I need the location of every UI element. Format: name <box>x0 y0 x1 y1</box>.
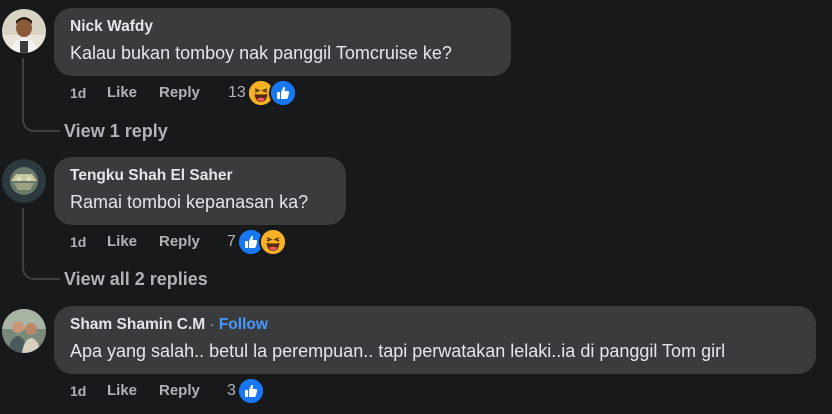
thread-line-tail <box>44 130 60 132</box>
thread-connector <box>22 116 46 132</box>
comment-actions: 1d Like Reply 3 <box>70 379 330 403</box>
comment-author-line: Sham Shamin C.M · Follow <box>70 315 800 335</box>
thread-line-tail <box>44 278 60 280</box>
comment-actions: 1d Like Reply 7 <box>70 230 330 254</box>
reply-button[interactable]: Reply <box>159 379 200 403</box>
view-replies-link[interactable]: View 1 reply <box>64 119 168 143</box>
like-button[interactable]: Like <box>107 81 137 105</box>
thread-connector <box>22 264 46 280</box>
thread-line <box>22 58 24 118</box>
avatar-photo <box>2 9 46 53</box>
avatar[interactable] <box>2 9 46 53</box>
thread-line <box>22 208 24 266</box>
comment-author[interactable]: Nick Wafdy <box>70 17 495 37</box>
reaction-count[interactable]: 3 <box>227 379 236 403</box>
avatar[interactable] <box>2 309 46 353</box>
avatar-photo <box>2 159 46 203</box>
comment-bubble: Tengku Shah El Saher Ramai tomboi kepana… <box>54 157 346 225</box>
haha-reaction-icon[interactable] <box>259 228 287 256</box>
reply-button[interactable]: Reply <box>159 81 200 105</box>
like-button[interactable]: Like <box>107 230 137 254</box>
comment-timestamp[interactable]: 1d <box>70 379 86 403</box>
separator-dot: · <box>209 316 215 333</box>
like-button[interactable]: Like <box>107 379 137 403</box>
comment-bubble: Sham Shamin C.M · Follow Apa yang salah.… <box>54 306 816 374</box>
comment-timestamp[interactable]: 1d <box>70 230 86 254</box>
comment-author[interactable]: Sham Shamin C.M <box>70 316 205 333</box>
comment-timestamp[interactable]: 1d <box>70 81 86 105</box>
comment-text: Kalau bukan tomboy nak panggil Tomcruise… <box>70 43 452 63</box>
comment-bubble: Nick Wafdy Kalau bukan tomboy nak panggi… <box>54 8 511 76</box>
like-reaction-icon[interactable] <box>237 377 265 405</box>
reply-button[interactable]: Reply <box>159 230 200 254</box>
follow-button[interactable]: Follow <box>219 316 268 333</box>
comment-author[interactable]: Tengku Shah El Saher <box>70 166 330 186</box>
view-replies-link[interactable]: View all 2 replies <box>64 267 208 291</box>
avatar[interactable] <box>2 159 46 203</box>
reaction-count[interactable]: 7 <box>227 230 236 254</box>
avatar-photo <box>2 309 46 353</box>
like-reaction-icon[interactable] <box>269 79 297 107</box>
comment-text: Apa yang salah.. betul la perempuan.. ta… <box>70 341 726 361</box>
comment-text: Ramai tomboi kepanasan ka? <box>70 192 309 212</box>
reaction-count[interactable]: 13 <box>228 81 246 105</box>
